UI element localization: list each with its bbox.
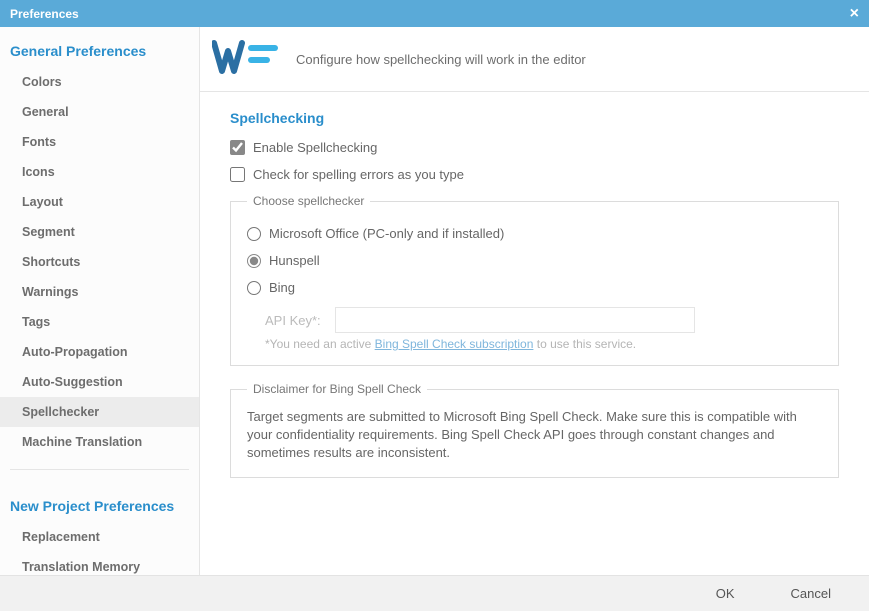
enable-spellchecking-checkbox[interactable] [230, 140, 245, 155]
radio-ms-office[interactable] [247, 227, 261, 241]
main-content: Configure how spellchecking will work in… [200, 27, 869, 575]
sidebar-item-fonts[interactable]: Fonts [0, 127, 199, 157]
dialog-footer: OK Cancel [0, 575, 869, 611]
bing-subscription-link[interactable]: Bing Spell Check subscription [375, 337, 534, 351]
window-title: Preferences [10, 7, 79, 21]
sidebar-item-auto-suggestion[interactable]: Auto-Suggestion [0, 367, 199, 397]
api-note-prefix: *You need an active [265, 337, 375, 351]
radio-bing[interactable] [247, 281, 261, 295]
sidebar-item-warnings[interactable]: Warnings [0, 277, 199, 307]
api-key-note: *You need an active Bing Spell Check sub… [265, 337, 822, 351]
sidebar-item-machine-translation[interactable]: Machine Translation [0, 427, 199, 457]
check-as-you-type-checkbox[interactable] [230, 167, 245, 182]
radio-ms-office-label: Microsoft Office (PC-only and if install… [269, 226, 504, 241]
enable-spellchecking-label: Enable Spellchecking [253, 140, 377, 155]
radio-hunspell-label: Hunspell [269, 253, 320, 268]
sidebar-item-translation-memory[interactable]: Translation Memory [0, 552, 199, 575]
radio-bing-row[interactable]: Bing [247, 274, 822, 301]
choose-spellchecker-legend: Choose spellchecker [247, 194, 370, 208]
api-key-input[interactable] [335, 307, 695, 333]
sidebar-item-shortcuts[interactable]: Shortcuts [0, 247, 199, 277]
radio-hunspell[interactable] [247, 254, 261, 268]
check-as-you-type-label: Check for spelling errors as you type [253, 167, 464, 182]
close-icon[interactable]: × [850, 6, 859, 22]
titlebar: Preferences × [0, 0, 869, 27]
sidebar-section-new-project: New Project Preferences [0, 482, 199, 522]
main-header: Configure how spellchecking will work in… [200, 27, 869, 92]
sidebar-item-spellchecker[interactable]: Spellchecker [0, 397, 199, 427]
sidebar-divider [10, 469, 189, 470]
sidebar-section-general: General Preferences [0, 27, 199, 67]
dialog-body: General Preferences Colors General Fonts… [0, 27, 869, 575]
sidebar-item-replacement[interactable]: Replacement [0, 522, 199, 552]
header-description: Configure how spellchecking will work in… [296, 52, 586, 67]
enable-spellchecking-row[interactable]: Enable Spellchecking [230, 140, 839, 155]
sidebar-item-layout[interactable]: Layout [0, 187, 199, 217]
sidebar-item-tags[interactable]: Tags [0, 307, 199, 337]
api-key-label: API Key*: [265, 313, 321, 328]
sidebar-item-colors[interactable]: Colors [0, 67, 199, 97]
sidebar-item-segment[interactable]: Segment [0, 217, 199, 247]
sidebar-item-auto-propagation[interactable]: Auto-Propagation [0, 337, 199, 367]
bing-disclaimer-text: Target segments are submitted to Microso… [247, 408, 822, 463]
app-logo-icon [212, 37, 284, 81]
bing-disclaimer-group: Disclaimer for Bing Spell Check Target s… [230, 382, 839, 478]
radio-bing-label: Bing [269, 280, 295, 295]
check-as-you-type-row[interactable]: Check for spelling errors as you type [230, 167, 839, 182]
radio-ms-office-row[interactable]: Microsoft Office (PC-only and if install… [247, 220, 822, 247]
preferences-sidebar: General Preferences Colors General Fonts… [0, 27, 200, 575]
choose-spellchecker-group: Choose spellchecker Microsoft Office (PC… [230, 194, 839, 366]
api-key-row: API Key*: [265, 307, 822, 333]
cancel-button[interactable]: Cancel [783, 582, 839, 605]
sidebar-item-icons[interactable]: Icons [0, 157, 199, 187]
sidebar-item-general[interactable]: General [0, 97, 199, 127]
api-note-suffix: to use this service. [533, 337, 636, 351]
panel-title: Spellchecking [230, 110, 839, 126]
ok-button[interactable]: OK [708, 582, 743, 605]
bing-disclaimer-legend: Disclaimer for Bing Spell Check [247, 382, 427, 396]
radio-hunspell-row[interactable]: Hunspell [247, 247, 822, 274]
spellchecking-panel: Spellchecking Enable Spellchecking Check… [200, 92, 869, 488]
